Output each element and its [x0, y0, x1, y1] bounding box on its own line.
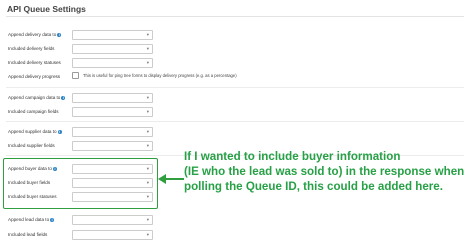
chevron-down-icon: ▾: [146, 32, 149, 37]
chevron-down-icon: ▾: [146, 129, 149, 134]
section-divider: [6, 121, 464, 122]
campaign-data-to-select[interactable]: ▾: [72, 93, 153, 103]
annotation-arrow-icon: [158, 174, 184, 184]
info-icon[interactable]: i: [57, 130, 62, 134]
buyer-statuses-select[interactable]: ▾: [72, 192, 153, 202]
chevron-down-icon: ▾: [146, 194, 149, 199]
delivery-progress-hint: This is useful for ping tree forms to di…: [83, 73, 237, 78]
delivery-fields-select[interactable]: ▾: [72, 44, 153, 54]
delivery-statuses-label: Included delivery statuses: [8, 60, 61, 65]
delivery-statuses-select[interactable]: ▾: [72, 58, 153, 68]
chevron-down-icon: ▾: [146, 143, 149, 148]
title-divider: [6, 16, 464, 17]
info-icon[interactable]: i: [57, 33, 62, 37]
buyer-fields-label: Included buyer fields: [8, 180, 51, 185]
lead-data-to-label: Append lead data to: [8, 217, 50, 222]
supplier-fields-select[interactable]: ▾: [72, 141, 153, 151]
buyer-data-to-label: Append buyer data to: [8, 166, 52, 171]
chevron-down-icon: ▾: [146, 109, 149, 114]
chevron-down-icon: ▾: [146, 232, 149, 237]
chevron-down-icon: ▾: [146, 217, 149, 222]
delivery-fields-label: Included delivery fields: [8, 46, 55, 51]
lead-fields-select[interactable]: ▾: [72, 230, 153, 240]
section-divider: [6, 87, 464, 88]
campaign-data-to-label: Append campaign data to: [8, 95, 61, 100]
supplier-data-to-label: Append supplier data to: [8, 129, 57, 134]
delivery-progress-checkbox[interactable]: [72, 72, 79, 79]
annotation-callout: If I wanted to include buyer information…: [184, 150, 465, 193]
lead-data-to-select[interactable]: ▾: [72, 215, 153, 225]
buyer-data-to-select[interactable]: ▾: [72, 164, 153, 174]
chevron-down-icon: ▾: [146, 95, 149, 100]
info-icon[interactable]: i: [61, 96, 66, 100]
campaign-fields-select[interactable]: ▾: [72, 107, 153, 117]
page-title: API Queue Settings: [7, 4, 86, 14]
chevron-down-icon: ▾: [146, 180, 149, 185]
lead-fields-label: Included lead fields: [8, 232, 48, 237]
campaign-fields-label: Included campaign fields: [8, 109, 59, 114]
buyer-statuses-label: Included buyer statuses: [8, 194, 57, 199]
delivery-data-to-select[interactable]: ▾: [72, 30, 153, 40]
chevron-down-icon: ▾: [146, 166, 149, 171]
info-icon[interactable]: i: [50, 218, 55, 222]
chevron-down-icon: ▾: [146, 60, 149, 65]
delivery-progress-label: Append delivery progress: [8, 74, 61, 79]
supplier-data-to-select[interactable]: ▾: [72, 127, 153, 137]
info-icon[interactable]: i: [52, 167, 57, 171]
supplier-fields-label: Included supplier fields: [8, 143, 55, 148]
delivery-data-to-label: Append delivery data to: [8, 32, 57, 37]
buyer-fields-select[interactable]: ▾: [72, 178, 153, 188]
chevron-down-icon: ▾: [146, 46, 149, 51]
